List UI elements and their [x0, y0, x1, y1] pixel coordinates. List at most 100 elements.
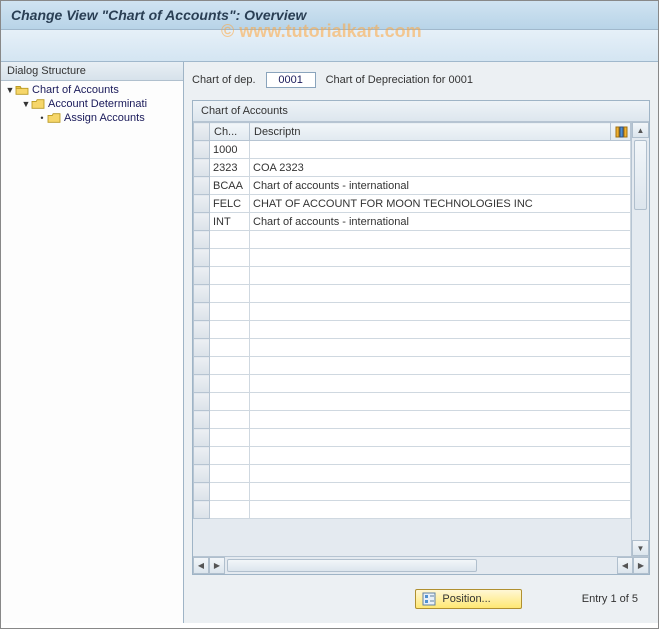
- row-selector[interactable]: [194, 267, 210, 285]
- cell-code[interactable]: [210, 303, 250, 321]
- cell-code[interactable]: [210, 429, 250, 447]
- table-settings-button[interactable]: [611, 123, 631, 141]
- column-header-code[interactable]: Ch...: [210, 123, 250, 141]
- scroll-right-button[interactable]: ▶: [209, 557, 225, 574]
- scroll-thumb[interactable]: [634, 140, 647, 210]
- row-selector[interactable]: [194, 447, 210, 465]
- cell-description[interactable]: [250, 429, 631, 447]
- horizontal-scrollbar[interactable]: ◀ ▶ ◀ ▶: [193, 556, 649, 574]
- table-row-empty[interactable]: [194, 429, 631, 447]
- cell-code[interactable]: [210, 375, 250, 393]
- cell-code[interactable]: [210, 393, 250, 411]
- cell-description[interactable]: [250, 465, 631, 483]
- cell-description[interactable]: [250, 285, 631, 303]
- cell-description[interactable]: [250, 339, 631, 357]
- row-selector[interactable]: [194, 357, 210, 375]
- cell-description[interactable]: [250, 375, 631, 393]
- row-selector[interactable]: [194, 303, 210, 321]
- hscroll-track[interactable]: [225, 557, 617, 574]
- cell-code[interactable]: [210, 249, 250, 267]
- row-selector[interactable]: [194, 501, 210, 519]
- table-row-empty[interactable]: [194, 447, 631, 465]
- row-selector[interactable]: [194, 321, 210, 339]
- row-selector[interactable]: [194, 411, 210, 429]
- table-row-empty[interactable]: [194, 303, 631, 321]
- row-selector[interactable]: [194, 141, 210, 159]
- table-row-empty[interactable]: [194, 285, 631, 303]
- cell-code[interactable]: FELC: [210, 195, 250, 213]
- cell-description[interactable]: CHAT OF ACCOUNT FOR MOON TECHNOLOGIES IN…: [250, 195, 631, 213]
- table-row-empty[interactable]: [194, 321, 631, 339]
- cell-description[interactable]: COA 2323: [250, 159, 631, 177]
- cell-code[interactable]: [210, 321, 250, 339]
- table-row[interactable]: 2323COA 2323: [194, 159, 631, 177]
- table-row-empty[interactable]: [194, 501, 631, 519]
- cell-description[interactable]: [250, 321, 631, 339]
- cell-code[interactable]: [210, 267, 250, 285]
- hscroll-thumb[interactable]: [227, 559, 477, 572]
- row-selector[interactable]: [194, 285, 210, 303]
- tree-item-account-determination[interactable]: ▼ Account Determinati: [3, 97, 181, 111]
- cell-code[interactable]: [210, 231, 250, 249]
- scroll-left-button-2[interactable]: ◀: [617, 557, 633, 574]
- cell-code[interactable]: [210, 483, 250, 501]
- table-row[interactable]: INTChart of accounts - international: [194, 213, 631, 231]
- cell-code[interactable]: [210, 285, 250, 303]
- table-row-empty[interactable]: [194, 465, 631, 483]
- position-button[interactable]: Position...: [415, 589, 521, 609]
- table-row[interactable]: FELCCHAT OF ACCOUNT FOR MOON TECHNOLOGIE…: [194, 195, 631, 213]
- vertical-scrollbar[interactable]: ▲ ▼: [631, 122, 649, 556]
- table-row-empty[interactable]: [194, 339, 631, 357]
- cell-description[interactable]: [250, 447, 631, 465]
- cell-code[interactable]: 1000: [210, 141, 250, 159]
- row-selector[interactable]: [194, 465, 210, 483]
- table-row-empty[interactable]: [194, 231, 631, 249]
- cell-description[interactable]: [250, 249, 631, 267]
- table-row[interactable]: BCAAChart of accounts - international: [194, 177, 631, 195]
- cell-description[interactable]: [250, 501, 631, 519]
- table-row-empty[interactable]: [194, 411, 631, 429]
- cell-code[interactable]: [210, 357, 250, 375]
- cell-description[interactable]: [250, 411, 631, 429]
- table-row-empty[interactable]: [194, 267, 631, 285]
- table-row-empty[interactable]: [194, 357, 631, 375]
- cell-description[interactable]: [250, 393, 631, 411]
- expand-arrow-icon[interactable]: ▼: [21, 99, 31, 109]
- row-selector[interactable]: [194, 177, 210, 195]
- cell-code[interactable]: [210, 465, 250, 483]
- table-row-empty[interactable]: [194, 249, 631, 267]
- cell-code[interactable]: INT: [210, 213, 250, 231]
- cell-description[interactable]: Chart of accounts - international: [250, 213, 631, 231]
- cell-description[interactable]: [250, 483, 631, 501]
- table-row-empty[interactable]: [194, 483, 631, 501]
- cell-description[interactable]: [250, 267, 631, 285]
- cell-description[interactable]: [250, 141, 631, 159]
- scroll-right-button-2[interactable]: ▶: [633, 557, 649, 574]
- scroll-track[interactable]: [632, 138, 649, 540]
- cell-code[interactable]: [210, 411, 250, 429]
- cell-description[interactable]: [250, 231, 631, 249]
- row-selector[interactable]: [194, 159, 210, 177]
- row-selector[interactable]: [194, 231, 210, 249]
- scroll-left-button[interactable]: ◀: [193, 557, 209, 574]
- expand-arrow-icon[interactable]: ▼: [5, 85, 15, 95]
- row-selector-header[interactable]: [194, 123, 210, 141]
- chart-of-dep-input[interactable]: [266, 72, 316, 88]
- row-selector[interactable]: [194, 483, 210, 501]
- cell-description[interactable]: [250, 303, 631, 321]
- table-row-empty[interactable]: [194, 375, 631, 393]
- table-row-empty[interactable]: [194, 393, 631, 411]
- cell-code[interactable]: [210, 339, 250, 357]
- column-header-description[interactable]: Descriptn: [250, 123, 611, 141]
- cell-description[interactable]: [250, 357, 631, 375]
- tree-item-assign-accounts[interactable]: • Assign Accounts: [3, 111, 181, 125]
- cell-code[interactable]: 2323: [210, 159, 250, 177]
- cell-description[interactable]: Chart of accounts - international: [250, 177, 631, 195]
- cell-code[interactable]: BCAA: [210, 177, 250, 195]
- scroll-down-button[interactable]: ▼: [632, 540, 649, 556]
- row-selector[interactable]: [194, 195, 210, 213]
- row-selector[interactable]: [194, 429, 210, 447]
- cell-code[interactable]: [210, 501, 250, 519]
- scroll-up-button[interactable]: ▲: [632, 122, 649, 138]
- row-selector[interactable]: [194, 339, 210, 357]
